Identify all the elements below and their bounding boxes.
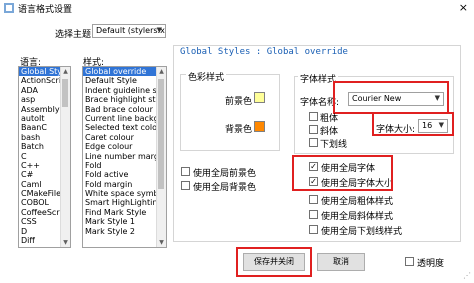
bg-color-label: 背景色: [225, 125, 253, 135]
use-global-bg-label: 使用全局背景色: [193, 183, 257, 193]
highlight-font-size: [372, 112, 454, 136]
use-global-bold-label: 使用全局粗体样式: [321, 197, 394, 207]
underline-label: 下划线: [320, 140, 348, 150]
list-item[interactable]: Smart HighLighting: [83, 198, 166, 207]
list-item[interactable]: Default Style: [83, 76, 166, 85]
list-item[interactable]: Mark Style 1: [83, 217, 166, 226]
use-global-fg-checkbox[interactable]: [181, 167, 190, 176]
scroll-down-icon[interactable]: ▼: [157, 238, 166, 247]
use-global-underline-label: 使用全局下划线样式: [321, 227, 403, 237]
scroll-down-icon[interactable]: ▼: [61, 238, 70, 247]
bg-color-swatch[interactable]: [254, 121, 265, 132]
color-group: [180, 74, 280, 151]
theme-label: 选择主题: [55, 30, 92, 40]
use-global-underline-checkbox[interactable]: [309, 225, 318, 234]
highlight-save-button: [236, 247, 312, 277]
fg-color-swatch[interactable]: [254, 92, 265, 103]
use-global-bold-checkbox[interactable]: [309, 195, 318, 204]
transparency-label: 透明度: [417, 259, 445, 269]
style-heading: Global Styles : Global override: [180, 47, 348, 57]
list-item[interactable]: White space symbol: [83, 189, 166, 198]
color-group-title: 色彩样式: [186, 70, 227, 83]
underline-checkbox[interactable]: [309, 138, 318, 147]
highlight-font-name: [333, 81, 449, 114]
cancel-button[interactable]: 取消: [317, 253, 365, 271]
use-global-bg-checkbox[interactable]: [181, 181, 190, 190]
list-item[interactable]: Edge colour: [83, 142, 166, 151]
font-group-title: 字体样式: [298, 72, 339, 85]
list-item[interactable]: Fold active: [83, 170, 166, 179]
list-item[interactable]: Mark Style 2: [83, 227, 166, 236]
scroll-up-icon[interactable]: ▲: [157, 67, 166, 76]
style-items: Global override Default Style Indent guide…: [83, 67, 166, 236]
list-item[interactable]: Line number margi: [83, 152, 166, 161]
use-global-italic-checkbox[interactable]: [309, 210, 318, 219]
list-item[interactable]: Global override: [83, 67, 166, 77]
scroll-thumb[interactable]: [158, 79, 164, 189]
chevron-down-icon: ▼: [156, 26, 162, 34]
list-item[interactable]: Bad brace colour: [83, 105, 166, 114]
list-item[interactable]: Find Mark Style: [83, 208, 166, 217]
theme-select[interactable]: Default (stylers.xml) ▼: [92, 24, 166, 38]
scroll-up-icon[interactable]: ▲: [61, 67, 70, 76]
list-item[interactable]: Selected text colou: [83, 123, 166, 132]
use-global-italic-label: 使用全局斜体样式: [321, 212, 394, 222]
resize-grip-icon[interactable]: ⋰: [463, 271, 471, 280]
list-item[interactable]: Current line backgr: [83, 114, 166, 123]
list-item[interactable]: Fold margin: [83, 180, 166, 189]
list-item[interactable]: Brace highlight sty: [83, 95, 166, 104]
style-scrollbar[interactable]: ▲ ▼: [156, 67, 166, 247]
list-item[interactable]: Fold: [83, 161, 166, 170]
use-global-fg-label: 使用全局前景色: [193, 169, 257, 179]
transparency-checkbox[interactable]: [405, 257, 414, 266]
close-icon[interactable]: ×: [459, 1, 468, 14]
title-bar: 语言格式设置 ×: [0, 0, 474, 16]
language-scrollbar[interactable]: ▲ ▼: [60, 67, 70, 247]
scroll-thumb[interactable]: [62, 79, 68, 107]
list-item[interactable]: Caret colour: [83, 133, 166, 142]
bold-checkbox[interactable]: [309, 112, 318, 121]
fg-color-label: 前景色: [225, 97, 253, 107]
style-list[interactable]: Global override Default Style Indent guide…: [82, 66, 167, 248]
highlight-global-font: [292, 155, 393, 191]
app-icon: [4, 3, 14, 13]
bold-label: 粗体: [320, 114, 339, 124]
language-list[interactable]: Global Styles ActionScript ADA asp Assembly a…: [18, 66, 71, 248]
list-item[interactable]: Indent guideline st: [83, 86, 166, 95]
italic-checkbox[interactable]: [309, 125, 318, 134]
italic-label: 斜体: [320, 127, 339, 137]
window-title: 语言格式设置: [18, 5, 73, 15]
theme-select-value: Default (stylers.xml): [96, 26, 165, 35]
